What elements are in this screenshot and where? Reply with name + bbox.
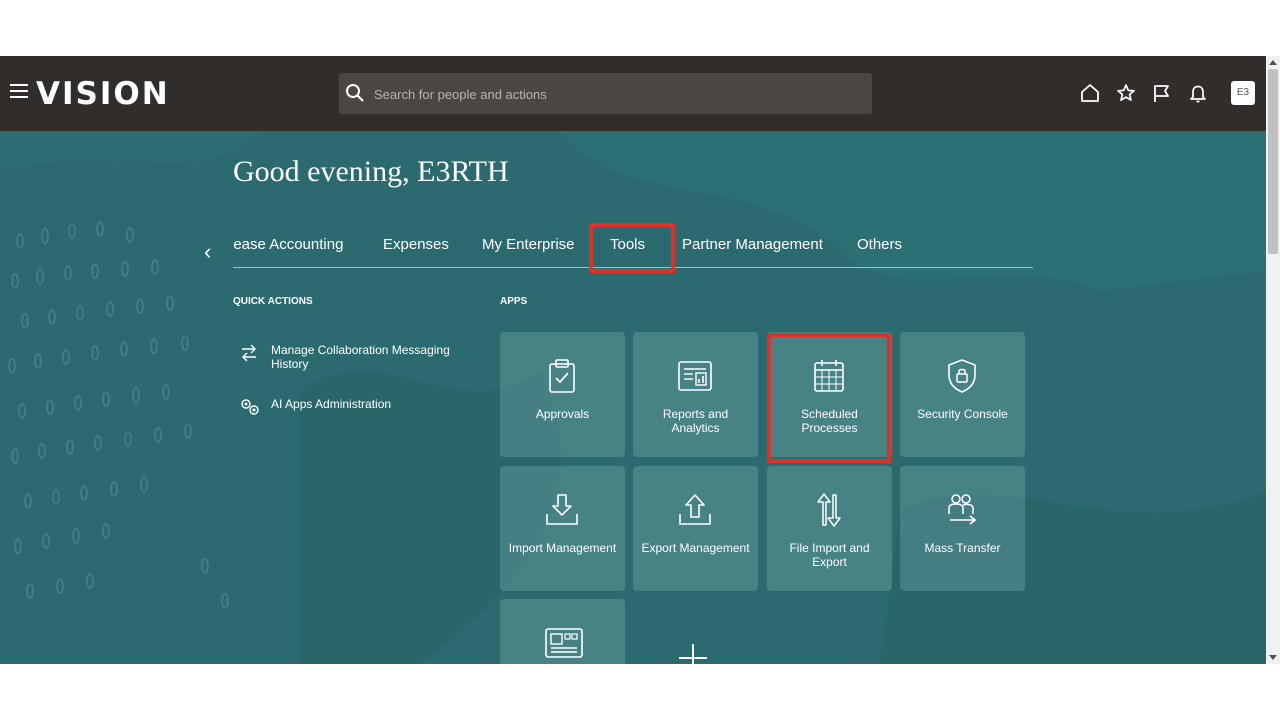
dashboard-panel-icon <box>545 628 583 658</box>
top-bar: VISION E3 <box>0 56 1266 131</box>
app-approvals[interactable]: Approvals <box>500 332 625 457</box>
quick-action-manage-collaboration[interactable]: Manage Collaboration Messaging History <box>239 343 459 373</box>
apps-heading: APPS <box>500 296 528 307</box>
up-down-arrows-icon <box>817 493 841 527</box>
gears-icon <box>241 399 259 415</box>
arrows-exchange-icon <box>242 344 256 362</box>
tab-others[interactable]: Others <box>857 236 902 253</box>
star-icon[interactable] <box>1116 83 1136 103</box>
tab-expenses[interactable]: Expenses <box>383 236 449 253</box>
tab-my-enterprise[interactable]: My Enterprise <box>482 236 575 253</box>
app-label: Reports and Analytics <box>662 407 729 435</box>
app-file-import-and-export[interactable]: File Import and Export <box>767 466 892 591</box>
scrollbar-thumb[interactable] <box>1268 69 1278 254</box>
vision-logo[interactable]: VISION <box>36 76 170 112</box>
search-box[interactable] <box>339 73 872 116</box>
quick-action-ai-apps[interactable]: AI Apps Administration <box>239 397 459 417</box>
app-mass-transfer[interactable]: Mass Transfer <box>900 466 1025 591</box>
app-label: Approvals <box>535 407 590 421</box>
flag-icon[interactable] <box>1152 83 1172 103</box>
search-icon <box>346 84 364 102</box>
search-input[interactable] <box>372 73 856 116</box>
plus-icon[interactable] <box>678 643 708 664</box>
app-label: File Import and Export <box>789 541 870 569</box>
menu-icon[interactable] <box>10 84 28 98</box>
greeting-heading: Good evening, E3RTH <box>233 155 509 188</box>
tabs-scroll-left-icon[interactable]: ‹ <box>204 239 211 265</box>
tab-partner-management[interactable]: Partner Management <box>682 236 823 253</box>
app-security-console[interactable]: Security Console <box>900 332 1025 457</box>
scroll-down-icon[interactable] <box>1269 655 1277 660</box>
shield-lock-icon <box>948 359 976 393</box>
app-reports-and-analytics[interactable]: Reports and Analytics <box>633 332 758 457</box>
import-icon <box>546 494 578 525</box>
clipboard-check-icon <box>549 359 575 393</box>
app-label: Export Management <box>641 541 750 555</box>
quick-actions-heading: QUICK ACTIONS <box>233 296 313 307</box>
quick-action-label: Manage Collaboration Messaging History <box>271 343 450 371</box>
tools-tab-highlight <box>589 223 675 273</box>
scheduled-processes-highlight <box>767 333 891 463</box>
app-dashboard[interactable] <box>500 599 625 664</box>
bell-icon[interactable] <box>1188 83 1208 103</box>
scroll-up-icon[interactable] <box>1269 60 1277 65</box>
export-icon <box>679 494 711 525</box>
app-label: Import Management <box>508 541 617 555</box>
people-transfer-icon <box>948 494 977 525</box>
tab-label: Lease Accounting <box>233 236 344 253</box>
app-label: Mass Transfer <box>924 541 1001 555</box>
app-export-management[interactable]: Export Management <box>633 466 758 591</box>
app-label: Security Console <box>917 407 1008 421</box>
user-avatar[interactable]: E3 <box>1231 81 1255 105</box>
quick-action-label: AI Apps Administration <box>271 397 392 411</box>
tab-lease-accounting[interactable]: Lease Accounting <box>233 231 348 261</box>
app-window: VISION E3 <box>0 56 1266 664</box>
springboard: Good evening, E3RTH ‹ Lease Accounting E… <box>0 131 1266 664</box>
report-chart-icon <box>678 361 712 391</box>
home-icon[interactable] <box>1080 83 1100 103</box>
app-import-management[interactable]: Import Management <box>500 466 625 591</box>
vertical-scrollbar[interactable] <box>1266 56 1280 664</box>
